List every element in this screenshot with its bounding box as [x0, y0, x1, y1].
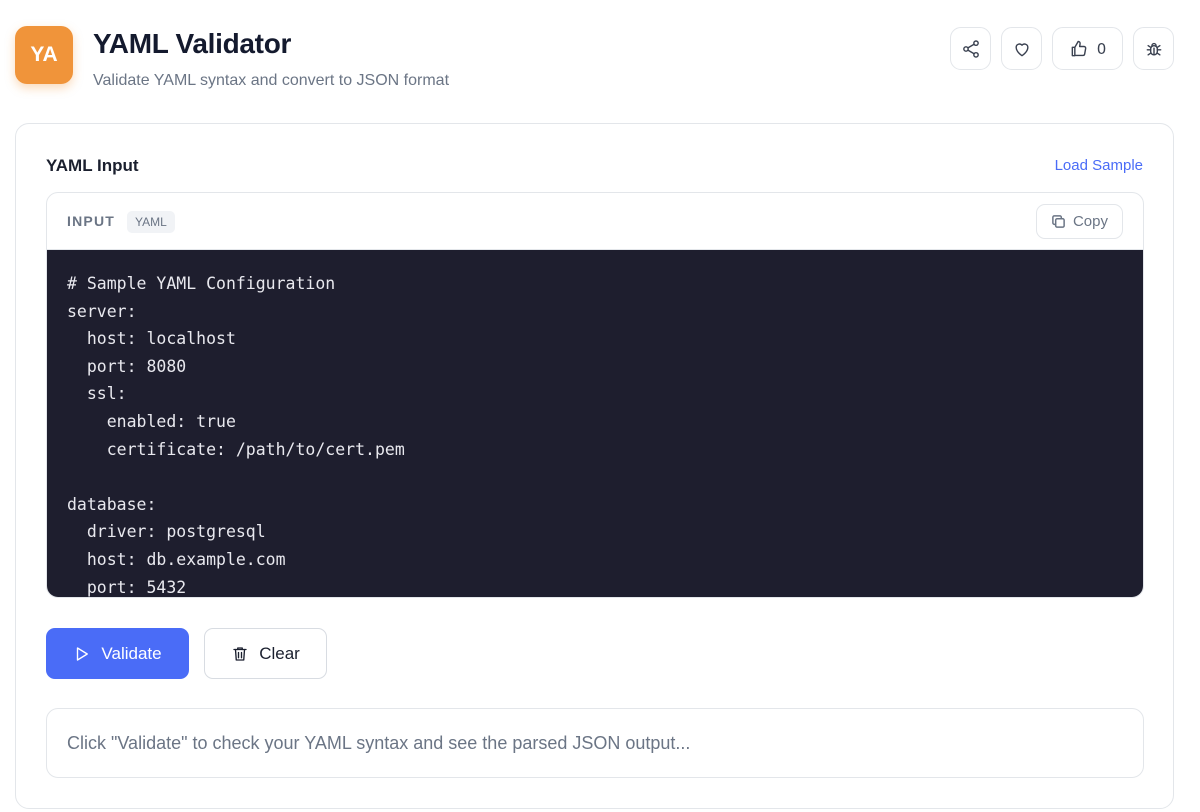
- code-line: certificate: /path/to/cert.pem: [67, 439, 405, 459]
- code-line: database:: [67, 494, 157, 514]
- code-line: port: 8080: [67, 356, 187, 376]
- language-badge: YAML: [127, 211, 175, 233]
- code-line: server:: [67, 301, 137, 321]
- bug-icon: [1146, 42, 1161, 56]
- editor-label: INPUT: [67, 213, 115, 229]
- code-line: host: db.example.com: [67, 549, 286, 569]
- like-button[interactable]: 0: [1052, 27, 1123, 70]
- copy-button[interactable]: Copy: [1035, 204, 1123, 239]
- yaml-code-input[interactable]: # Sample YAML Configuration server: host…: [47, 250, 1143, 597]
- yaml-editor: INPUT YAML Copy # Sample YAML Configurat…: [46, 192, 1144, 598]
- validate-button[interactable]: Validate: [46, 628, 189, 679]
- thumbs-up-icon: [1071, 40, 1087, 56]
- code-line: driver: postgresql: [67, 522, 266, 542]
- clear-label: Clear: [259, 643, 300, 663]
- code-line: enabled: true: [67, 411, 236, 431]
- code-line: # Sample YAML Configuration: [67, 274, 336, 293]
- page-subtitle: Validate YAML syntax and convert to JSON…: [93, 72, 450, 89]
- validator-card: YAML Input Load Sample INPUT YAML Copy #…: [15, 123, 1174, 809]
- clear-button[interactable]: Clear: [204, 628, 327, 679]
- share-button[interactable]: [950, 27, 991, 70]
- play-icon: [77, 646, 89, 661]
- copy-icon: [1052, 215, 1065, 228]
- app-logo: YA: [15, 26, 73, 84]
- trash-icon: [233, 646, 247, 661]
- page-title: YAML Validator: [93, 28, 292, 59]
- json-output: Click "Validate" to check your YAML synt…: [46, 708, 1144, 778]
- code-line: port: 5432: [67, 577, 187, 597]
- yaml-input-label: YAML Input: [46, 156, 139, 175]
- editor-toolbar: INPUT YAML Copy: [47, 193, 1143, 250]
- report-bug-button[interactable]: [1133, 27, 1174, 70]
- app-header: YA YAML Validator Validate YAML syntax a…: [0, 0, 1200, 110]
- like-count: 0: [1096, 39, 1107, 58]
- copy-label: Copy: [1072, 213, 1108, 230]
- load-sample-link[interactable]: Load Sample: [1055, 157, 1143, 174]
- code-line: host: localhost: [67, 329, 236, 349]
- heart-icon: [1014, 42, 1029, 56]
- share-icon: [962, 39, 979, 58]
- code-line: ssl:: [67, 384, 127, 404]
- validate-label: Validate: [101, 643, 162, 663]
- favorite-button[interactable]: [1001, 27, 1042, 70]
